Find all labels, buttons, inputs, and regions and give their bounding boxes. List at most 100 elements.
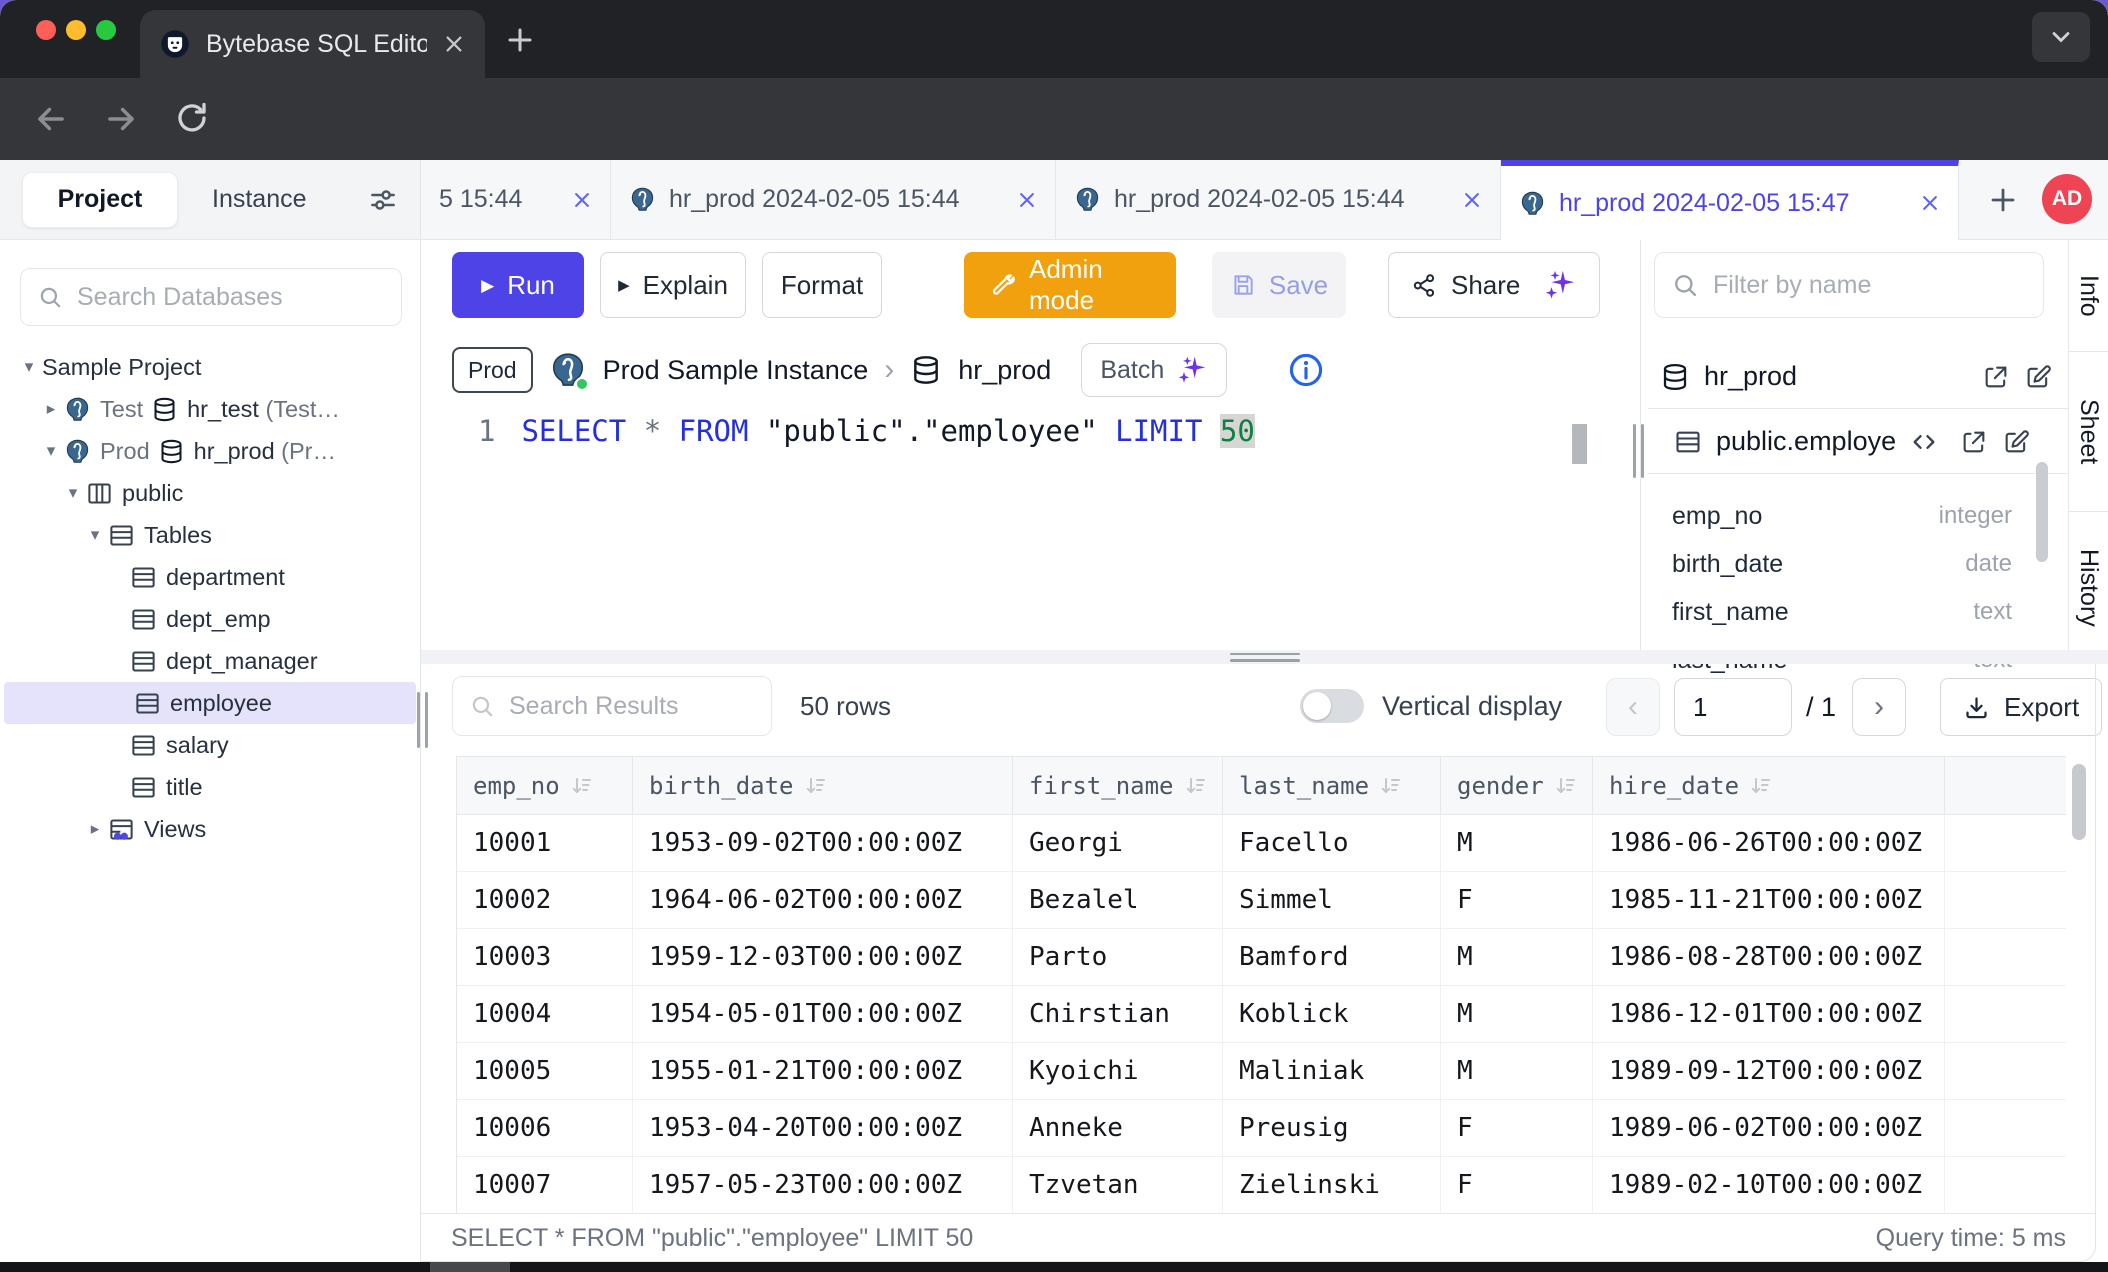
search-databases-input[interactable]: Search Databases — [20, 268, 402, 326]
tree-item-table-dept-manager[interactable]: dept_manager — [0, 640, 420, 682]
schema-column-emp_no[interactable]: emp_nointeger — [1672, 492, 2012, 540]
panel-resize-handle[interactable] — [1633, 424, 1636, 478]
format-button[interactable]: Format — [762, 252, 882, 318]
scrollbar-thumb[interactable] — [2072, 764, 2086, 840]
tree-item-table-salary[interactable]: salary — [0, 724, 420, 766]
tree-item-sample-project[interactable]: ▾Sample Project — [0, 346, 420, 388]
tree-item-table-title[interactable]: title — [0, 766, 420, 808]
side-tab-info[interactable]: Info — [2069, 240, 2108, 352]
tree-item-schema-public[interactable]: ▾public — [0, 472, 420, 514]
scrollbar-thumb[interactable] — [1572, 424, 1587, 464]
window-close-button[interactable] — [36, 20, 56, 40]
schema-panel-database-row[interactable]: hr_prod — [1648, 345, 2068, 409]
chevron-down-icon[interactable]: ▾ — [82, 525, 108, 545]
cell-emp_no[interactable]: 10004 — [457, 986, 633, 1042]
reload-button[interactable] — [174, 100, 210, 136]
cell-birth_date[interactable]: 1964-06-02T00:00:00Z — [633, 872, 1013, 928]
forward-button[interactable] — [102, 100, 140, 138]
column-header-hire_date[interactable]: hire_date — [1593, 757, 1945, 814]
new-tab-button[interactable] — [505, 25, 535, 55]
cell-first_name[interactable]: Georgi — [1013, 815, 1223, 871]
external-link-icon[interactable] — [1960, 428, 1988, 456]
sort-icon[interactable] — [1554, 774, 1578, 798]
column-header-first_name[interactable]: first_name — [1013, 757, 1223, 814]
cell-birth_date[interactable]: 1955-01-21T00:00:00Z — [633, 1043, 1013, 1099]
table-row[interactable]: 100021964-06-02T00:00:00ZBezalelSimmelF1… — [457, 872, 2066, 929]
browser-tab[interactable]: Bytebase SQL Editor — [140, 10, 485, 78]
tree-item-table-dept-emp[interactable]: dept_emp — [0, 598, 420, 640]
cell-emp_no[interactable]: 10006 — [457, 1100, 633, 1156]
run-button[interactable]: ▶ Run — [452, 252, 584, 318]
cell-birth_date[interactable]: 1954-05-01T00:00:00Z — [633, 986, 1013, 1042]
schema-column-birth_date[interactable]: birth_datedate — [1672, 540, 2012, 588]
cell-emp_no[interactable]: 10003 — [457, 929, 633, 985]
cell-gender[interactable]: M — [1441, 1043, 1593, 1099]
chevron-right-icon[interactable]: ▸ — [38, 399, 64, 419]
cell-first_name[interactable]: Parto — [1013, 929, 1223, 985]
batch-button[interactable]: Batch — [1081, 343, 1227, 397]
code-icon[interactable] — [1910, 428, 1938, 456]
chevron-down-icon[interactable]: ▾ — [60, 483, 86, 503]
tree-item-table-employee[interactable]: employee — [4, 682, 416, 724]
instance-name[interactable]: Prod Sample Instance — [603, 355, 869, 386]
info-circle-icon[interactable] — [1287, 351, 1325, 389]
cell-emp_no[interactable]: 10007 — [457, 1157, 633, 1213]
close-tab-icon[interactable] — [1462, 190, 1482, 210]
scrollbar-thumb[interactable] — [2036, 462, 2048, 562]
column-header-gender[interactable]: gender — [1441, 757, 1593, 814]
cell-gender[interactable]: M — [1441, 929, 1593, 985]
share-button[interactable]: Share — [1388, 252, 1600, 318]
page-number-input[interactable]: 1 — [1674, 678, 1792, 736]
filter-by-name-input[interactable]: Filter by name — [1654, 252, 2044, 318]
cell-last_name[interactable]: Facello — [1223, 815, 1441, 871]
close-tab-icon[interactable] — [1017, 190, 1037, 210]
table-row[interactable]: 100031959-12-03T00:00:00ZPartoBamfordM19… — [457, 929, 2066, 986]
chevron-down-icon[interactable]: ▾ — [16, 357, 42, 377]
editor-tab-4[interactable]: hr_prod 2024-02-05 15:47 — [1501, 160, 1959, 240]
sort-icon[interactable] — [1379, 774, 1403, 798]
tab-search-button[interactable] — [2032, 12, 2090, 62]
cell-birth_date[interactable]: 1957-05-23T00:00:00Z — [633, 1157, 1013, 1213]
schema-panel-table-row[interactable]: public.employe — [1648, 410, 2068, 474]
cell-gender[interactable]: M — [1441, 986, 1593, 1042]
panel-resize-handle[interactable] — [1641, 424, 1644, 478]
save-button[interactable]: Save — [1212, 252, 1346, 318]
cell-birth_date[interactable]: 1959-12-03T00:00:00Z — [633, 929, 1013, 985]
cell-last_name[interactable]: Zielinski — [1223, 1157, 1441, 1213]
export-button[interactable]: Export — [1940, 678, 2102, 736]
cell-hire_date[interactable]: 1989-02-10T00:00:00Z — [1593, 1157, 1945, 1213]
cell-emp_no[interactable]: 10001 — [457, 815, 633, 871]
table-row[interactable]: 100071957-05-23T00:00:00ZTzvetanZielinsk… — [457, 1157, 2066, 1214]
next-page-button[interactable]: › — [1852, 678, 1906, 736]
tree-item-views[interactable]: ▸Views — [0, 808, 420, 850]
external-link-icon[interactable] — [1982, 363, 2010, 391]
tab-project[interactable]: Project — [22, 172, 178, 228]
cell-last_name[interactable]: Preusig — [1223, 1100, 1441, 1156]
cell-hire_date[interactable]: 1986-08-28T00:00:00Z — [1593, 929, 1945, 985]
sidebar-resize-handle[interactable] — [425, 692, 428, 748]
sort-icon[interactable] — [1749, 774, 1773, 798]
sidebar-settings-icon[interactable] — [368, 185, 398, 215]
admin-mode-button[interactable]: Admin mode — [964, 252, 1176, 318]
cell-last_name[interactable]: Maliniak — [1223, 1043, 1441, 1099]
table-row[interactable]: 100011953-09-02T00:00:00ZGeorgiFacelloM1… — [457, 815, 2066, 872]
cell-birth_date[interactable]: 1953-04-20T00:00:00Z — [633, 1100, 1013, 1156]
sql-editor-line[interactable]: 1 SELECT * FROM "public"."employee" LIMI… — [478, 414, 1255, 448]
window-minimize-button[interactable] — [66, 20, 86, 40]
cell-first_name[interactable]: Anneke — [1013, 1100, 1223, 1156]
close-tab-icon[interactable] — [572, 190, 592, 210]
cell-hire_date[interactable]: 1986-06-26T00:00:00Z — [1593, 815, 1945, 871]
window-zoom-button[interactable] — [96, 20, 116, 40]
cell-birth_date[interactable]: 1953-09-02T00:00:00Z — [633, 815, 1013, 871]
sort-icon[interactable] — [804, 774, 828, 798]
column-header-last_name[interactable]: last_name — [1223, 757, 1441, 814]
edit-icon[interactable] — [2002, 428, 2030, 456]
database-name[interactable]: hr_prod — [958, 355, 1051, 386]
sidebar-resize-handle[interactable] — [417, 692, 420, 748]
tree-item-hr-prod[interactable]: ▾Prodhr_prod (Pr… — [0, 430, 420, 472]
close-tab-icon[interactable] — [1920, 193, 1940, 213]
table-row[interactable]: 100051955-01-21T00:00:00ZKyoichiMaliniak… — [457, 1043, 2066, 1100]
cell-first_name[interactable]: Tzvetan — [1013, 1157, 1223, 1213]
column-header-birth_date[interactable]: birth_date — [633, 757, 1013, 814]
vertical-display-toggle[interactable] — [1300, 689, 1364, 723]
